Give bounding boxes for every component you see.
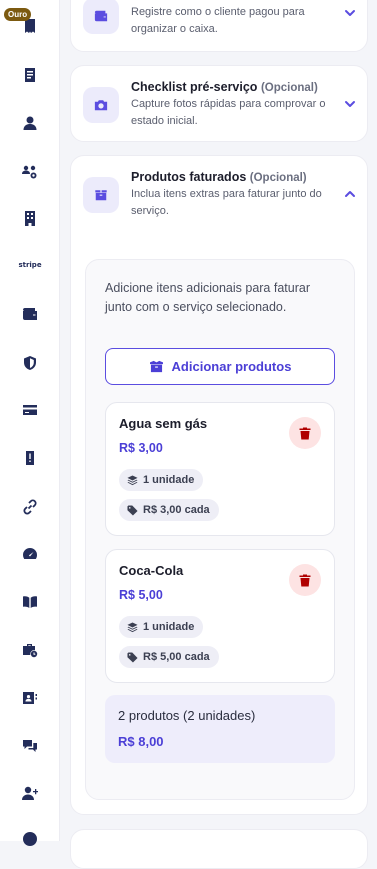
payment-description: Registre como o cliente pagou para organ… <box>131 6 305 35</box>
trash-icon <box>299 574 311 586</box>
payment-section[interactable]: Registre como o cliente pagou para organ… <box>70 0 368 52</box>
products-title-text: Produtos faturados <box>131 170 247 184</box>
wallet-icon <box>83 0 119 34</box>
summary-total: R$ 8,00 <box>118 734 164 749</box>
add-products-label: Adicionar produtos <box>171 359 292 374</box>
product-name: Agua sem gás <box>119 416 208 431</box>
building-icon[interactable] <box>20 208 40 228</box>
product-price: R$ 3,00 <box>119 441 163 455</box>
alert-badge-icon[interactable] <box>20 448 40 468</box>
main-content: Registre como o cliente pagou para organ… <box>60 0 377 869</box>
product-quantity: 1 unidade <box>143 621 195 633</box>
products-section-header[interactable]: Produtos faturados (Opcional) Inclua ite… <box>71 156 367 226</box>
add-products-button[interactable]: Adicionar produtos <box>105 348 335 385</box>
layers-icon <box>127 474 138 485</box>
credit-card-icon[interactable] <box>20 400 40 420</box>
trash-icon <box>299 427 311 439</box>
contact-card-icon[interactable] <box>20 688 40 708</box>
products-title: Produtos faturados (Opcional) <box>131 170 307 184</box>
product-price: R$ 5,00 <box>119 588 163 602</box>
stripe-logo[interactable]: stripe <box>14 261 46 269</box>
products-panel: Adicione itens adicionais para faturar j… <box>85 259 355 800</box>
tag-icon <box>127 651 138 663</box>
chevron-down-icon[interactable] <box>343 6 357 20</box>
product-quantity: 1 unidade <box>143 474 195 486</box>
boxes-icon <box>149 360 163 373</box>
toolbox-clock-icon[interactable] <box>20 640 40 660</box>
camera-icon <box>83 87 119 123</box>
link-icon[interactable] <box>20 497 40 517</box>
quantity-chip: 1 unidade <box>119 469 204 491</box>
checklist-optional-label: (Opcional) <box>260 82 318 94</box>
chevron-down-icon[interactable] <box>343 97 357 111</box>
products-summary: 2 produtos (2 unidades) R$ 8,00 <box>105 695 335 763</box>
tag-icon <box>127 504 138 516</box>
book-icon[interactable] <box>20 592 40 612</box>
info-icon[interactable] <box>20 829 40 849</box>
gauge-icon[interactable] <box>20 544 40 564</box>
product-card: Coca-Cola R$ 5,00 1 unidade R$ 5,00 cada <box>105 549 335 683</box>
summary-count: 2 produtos (2 unidades) <box>118 708 256 723</box>
quantity-chip: 1 unidade <box>119 616 204 638</box>
product-name: Coca-Cola <box>119 563 184 578</box>
users-gear-icon[interactable] <box>20 162 40 182</box>
next-section[interactable] <box>70 829 368 869</box>
box-icon <box>83 177 119 213</box>
products-panel-description: Adicione itens adicionais para faturar j… <box>105 281 310 314</box>
products-section: Produtos faturados (Opcional) Inclua ite… <box>70 155 368 815</box>
document-icon[interactable] <box>20 65 40 85</box>
delete-product-button[interactable] <box>289 564 321 596</box>
layers-icon <box>127 621 138 632</box>
user-plus-icon[interactable] <box>20 783 40 803</box>
checklist-title-text: Checklist pré-serviço <box>131 80 258 94</box>
shield-icon[interactable] <box>20 353 40 373</box>
unit-price-chip: R$ 3,00 cada <box>119 499 219 521</box>
sidebar: Ouro stripe <box>0 0 60 846</box>
chat-icon[interactable] <box>20 735 40 755</box>
product-unit-price: R$ 5,00 cada <box>143 651 210 663</box>
checklist-title: Checklist pré-serviço (Opcional) <box>131 80 318 94</box>
products-description: Inclua itens extras para faturar junto d… <box>131 188 322 217</box>
chevron-up-icon[interactable] <box>343 187 357 201</box>
product-unit-price: R$ 3,00 cada <box>143 504 210 516</box>
products-optional-label: (Opcional) <box>249 172 307 184</box>
wallet-icon[interactable] <box>20 304 40 324</box>
product-card: Agua sem gás R$ 3,00 1 unidade R$ 3,00 c… <box>105 402 335 536</box>
unit-price-chip: R$ 5,00 cada <box>119 646 219 668</box>
plan-badge: Ouro <box>4 8 32 21</box>
checklist-description: Capture fotos rápidas para comprovar o e… <box>131 98 326 127</box>
user-icon[interactable] <box>20 113 40 133</box>
checklist-section[interactable]: Checklist pré-serviço (Opcional) Capture… <box>70 65 368 142</box>
delete-product-button[interactable] <box>289 417 321 449</box>
